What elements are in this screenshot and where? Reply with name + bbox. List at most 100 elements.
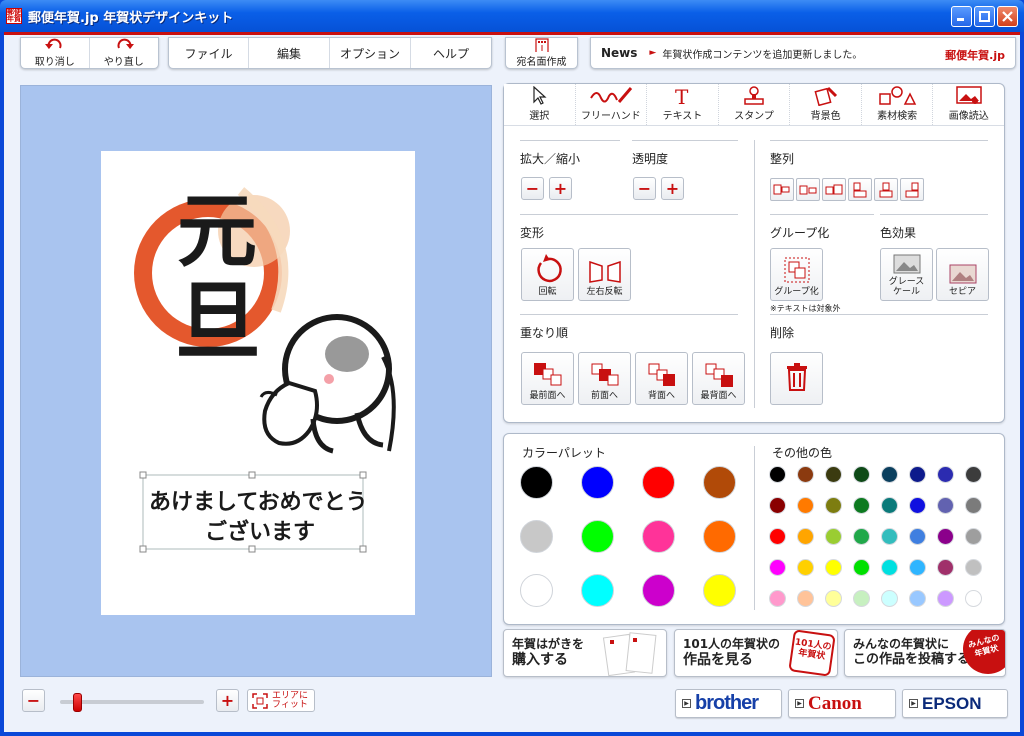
other-color-swatch[interactable]: [797, 497, 814, 514]
address-side-button[interactable]: 宛名面作成: [506, 38, 577, 68]
align-bottom-button[interactable]: [900, 178, 924, 201]
other-color-swatch[interactable]: [881, 497, 898, 514]
other-color-swatch[interactable]: [769, 590, 786, 607]
other-color-swatch[interactable]: [853, 559, 870, 576]
other-color-swatch[interactable]: [825, 497, 842, 514]
align-right-button[interactable]: [822, 178, 846, 201]
tab-select[interactable]: 選択: [504, 84, 576, 125]
align-center-h-button[interactable]: [796, 178, 820, 201]
other-color-swatch[interactable]: [769, 497, 786, 514]
other-color-swatch[interactable]: [825, 559, 842, 576]
maximize-button[interactable]: [974, 6, 995, 27]
tab-freehand[interactable]: フリーハンド: [576, 84, 648, 125]
news-logo[interactable]: 郵便年賀.jp: [945, 47, 1005, 63]
canvas-zoom-out-button[interactable]: −: [22, 689, 45, 712]
tab-background[interactable]: 背景色: [790, 84, 862, 125]
palette-swatch[interactable]: [520, 466, 553, 499]
palette-swatch[interactable]: [520, 574, 553, 607]
flip-horizontal-button[interactable]: 左右反転: [578, 248, 631, 301]
palette-swatch[interactable]: [581, 574, 614, 607]
fit-to-area-button[interactable]: エリアに フィット: [247, 689, 315, 712]
other-color-swatch[interactable]: [909, 590, 926, 607]
group-button[interactable]: グループ化: [770, 248, 823, 301]
redo-button[interactable]: やり直し: [90, 38, 159, 68]
view-works-banner[interactable]: 101人の年賀状の 作品を見る 101人の年賀状: [674, 629, 838, 677]
zoom-in-button[interactable]: +: [549, 177, 572, 200]
other-color-swatch[interactable]: [965, 497, 982, 514]
bring-to-front-button[interactable]: 最前面へ: [521, 352, 574, 405]
other-color-swatch[interactable]: [937, 466, 954, 483]
menu-file[interactable]: ファイル: [169, 38, 249, 68]
greeting-line-2[interactable]: ございます: [205, 519, 315, 545]
palette-swatch[interactable]: [581, 520, 614, 553]
other-color-swatch[interactable]: [853, 466, 870, 483]
align-left-button[interactable]: [770, 178, 794, 201]
grayscale-button[interactable]: グレースケール: [880, 248, 933, 301]
menu-help[interactable]: ヘルプ: [411, 38, 491, 68]
other-color-swatch[interactable]: [825, 590, 842, 607]
post-work-banner[interactable]: みんなの年賀状に この作品を投稿する みんなの年賀状: [844, 629, 1006, 677]
other-color-swatch[interactable]: [909, 528, 926, 545]
align-center-v-button[interactable]: [874, 178, 898, 201]
rotate-button[interactable]: 回転: [521, 248, 574, 301]
other-color-swatch[interactable]: [825, 466, 842, 483]
other-color-swatch[interactable]: [881, 559, 898, 576]
other-color-swatch[interactable]: [909, 559, 926, 576]
minimize-button[interactable]: [951, 6, 972, 27]
news-text[interactable]: 年賀状作成コンテンツを追加更新しました。: [662, 46, 862, 61]
other-color-swatch[interactable]: [965, 466, 982, 483]
zoom-slider[interactable]: [60, 693, 204, 712]
other-color-swatch[interactable]: [769, 559, 786, 576]
other-color-swatch[interactable]: [937, 528, 954, 545]
brother-button[interactable]: ▶ brother: [675, 689, 782, 718]
other-color-swatch[interactable]: [909, 466, 926, 483]
sepia-button[interactable]: セピア: [936, 248, 989, 301]
tab-material-search[interactable]: 素材検索: [862, 84, 934, 125]
other-color-swatch[interactable]: [909, 497, 926, 514]
canon-button[interactable]: ▶ Canon: [788, 689, 896, 718]
other-color-swatch[interactable]: [937, 497, 954, 514]
card-artwork[interactable]: 元 旦 あけましておめでとう ございます: [101, 151, 415, 615]
palette-swatch[interactable]: [703, 466, 736, 499]
buy-postcards-banner[interactable]: 年賀はがきを 購入する: [503, 629, 667, 677]
send-backward-button[interactable]: 背面へ: [635, 352, 688, 405]
palette-swatch[interactable]: [581, 466, 614, 499]
greeting-line-1[interactable]: あけましておめでとう: [149, 490, 368, 515]
zoom-slider-thumb[interactable]: [73, 693, 83, 712]
other-color-swatch[interactable]: [825, 528, 842, 545]
canvas-zoom-in-button[interactable]: +: [216, 689, 239, 712]
tab-text[interactable]: T テキスト: [647, 84, 719, 125]
other-color-swatch[interactable]: [797, 528, 814, 545]
palette-swatch[interactable]: [703, 574, 736, 607]
zoom-out-button[interactable]: −: [521, 177, 544, 200]
other-color-swatch[interactable]: [797, 466, 814, 483]
other-color-swatch[interactable]: [881, 590, 898, 607]
epson-button[interactable]: ▶ EPSON: [902, 689, 1008, 718]
tab-image-load[interactable]: 画像読込: [933, 84, 1004, 125]
menu-options[interactable]: オプション: [330, 38, 411, 68]
other-color-swatch[interactable]: [881, 528, 898, 545]
opacity-decrease-button[interactable]: −: [633, 177, 656, 200]
bring-forward-button[interactable]: 前面へ: [578, 352, 631, 405]
palette-swatch[interactable]: [520, 520, 553, 553]
palette-swatch[interactable]: [642, 574, 675, 607]
postcard-canvas[interactable]: 元 旦 あけましておめでとう ございます: [101, 151, 415, 615]
other-color-swatch[interactable]: [965, 559, 982, 576]
palette-swatch[interactable]: [703, 520, 736, 553]
align-top-button[interactable]: [848, 178, 872, 201]
delete-button[interactable]: [770, 352, 823, 405]
other-color-swatch[interactable]: [769, 466, 786, 483]
other-color-swatch[interactable]: [853, 590, 870, 607]
undo-button[interactable]: 取り消し: [21, 38, 90, 68]
other-color-swatch[interactable]: [937, 559, 954, 576]
other-color-swatch[interactable]: [797, 590, 814, 607]
palette-swatch[interactable]: [642, 466, 675, 499]
other-color-swatch[interactable]: [853, 528, 870, 545]
other-color-swatch[interactable]: [965, 528, 982, 545]
opacity-increase-button[interactable]: +: [661, 177, 684, 200]
other-color-swatch[interactable]: [881, 466, 898, 483]
tab-stamp[interactable]: スタンプ: [719, 84, 791, 125]
other-color-swatch[interactable]: [937, 590, 954, 607]
close-button[interactable]: [997, 6, 1018, 27]
palette-swatch[interactable]: [642, 520, 675, 553]
